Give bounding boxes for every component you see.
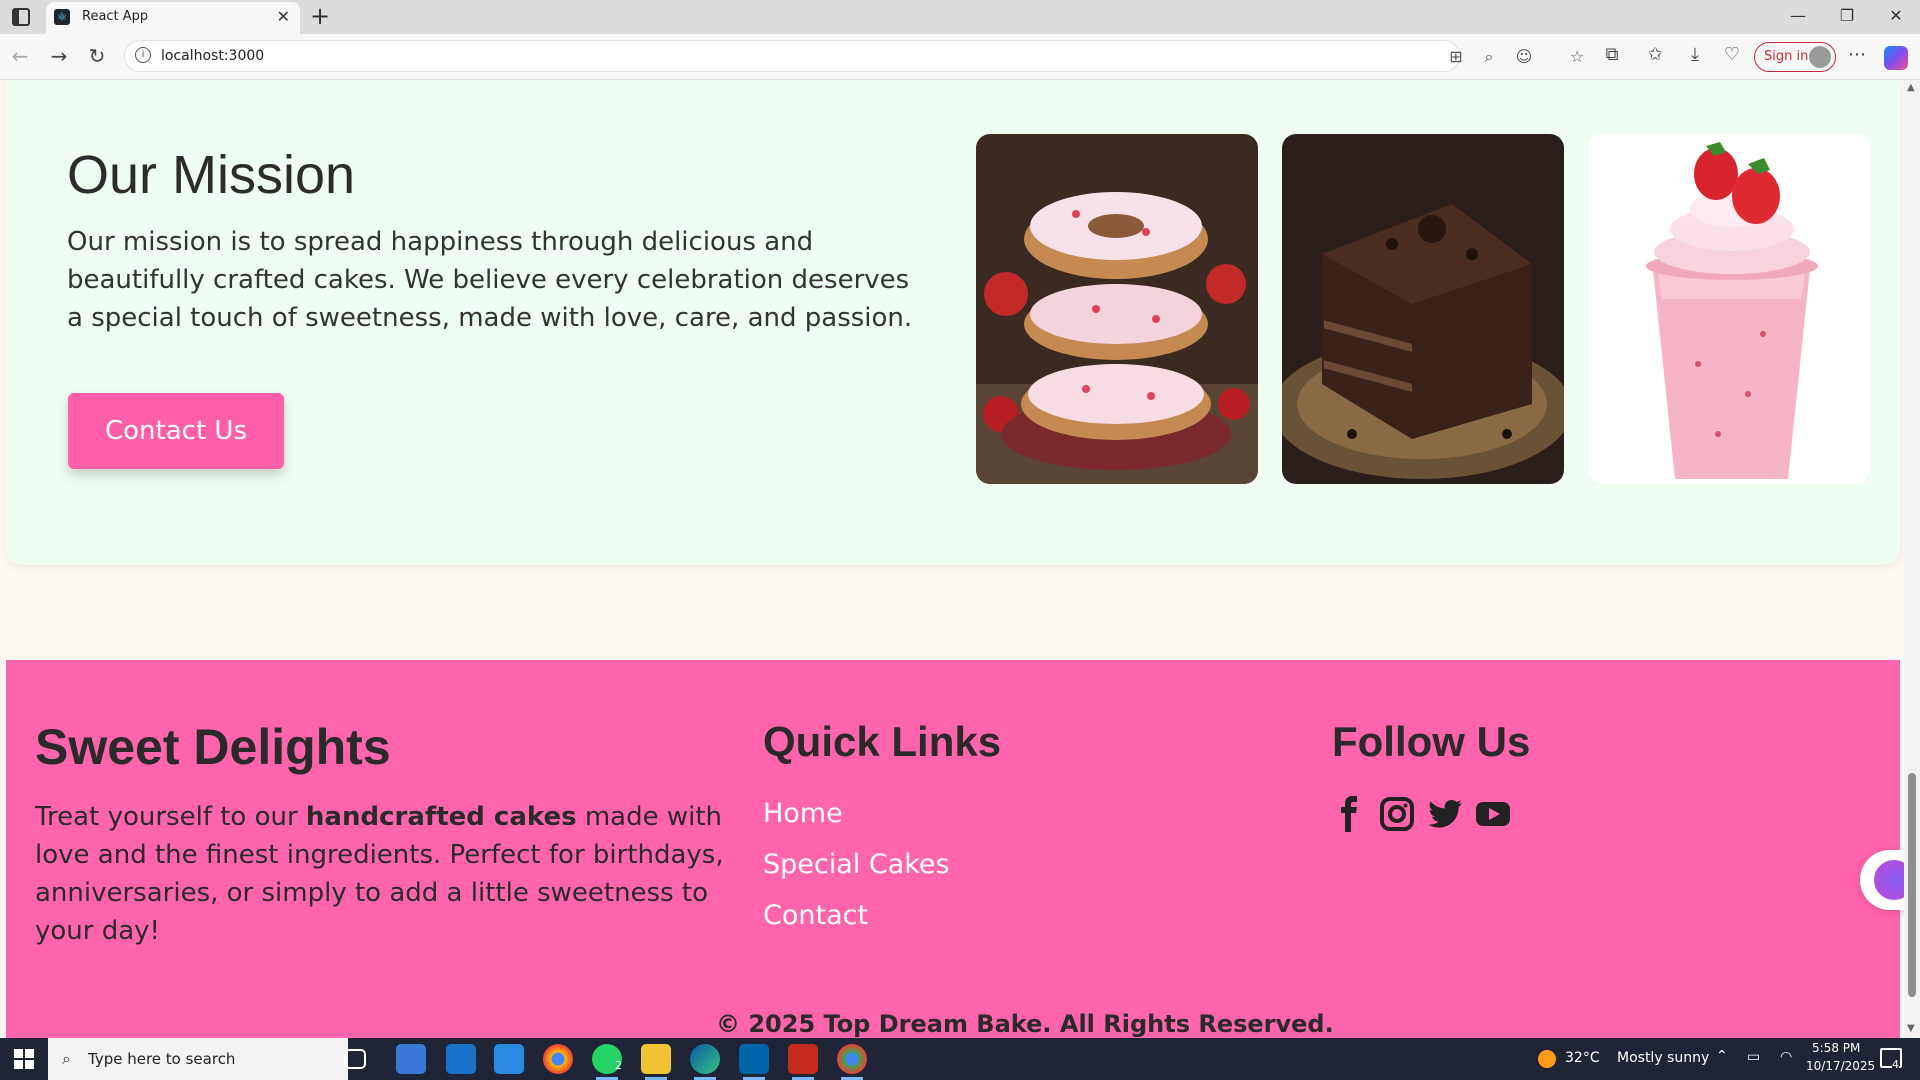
scrollbar-thumb[interactable] [1908,773,1916,997]
brand-text-before: Treat yourself to our [35,802,306,832]
address-url[interactable]: localhost:3000 [161,48,264,64]
minimize-button[interactable]: — [1786,6,1810,25]
taskbar-search-box[interactable]: ⌕ Type here to search [48,1038,348,1080]
battery-icon[interactable]: ▭ [1747,1049,1760,1065]
quick-links-title: Quick Links [763,718,1002,765]
sign-in-button[interactable]: Sign in [1754,42,1836,72]
copilot-icon[interactable] [1884,46,1908,70]
refresh-button[interactable]: ↻ [85,44,109,68]
back-button[interactable]: ← [8,44,32,68]
profile-avatar-icon [1809,46,1831,68]
site-info-icon[interactable]: i [135,47,151,63]
address-bar[interactable]: i localhost:3000 ⊞ ⌕ ☺ ☆ [124,40,1584,72]
tab-title: React App [82,9,149,24]
page-scrollbar[interactable]: ▲ ▼ [1904,80,1920,1038]
tray-overflow-icon[interactable]: ⌃ [1716,1048,1728,1064]
footer-brand-title: Sweet Delights [35,719,391,775]
site-footer: Sweet Delights Treat yourself to our han… [6,660,1900,1038]
weather-sunny-icon[interactable] [1538,1050,1556,1068]
chocolate-cake-image [1282,134,1564,484]
instagram-icon[interactable] [1379,796,1415,832]
footer-link-contact[interactable]: Contact [763,900,868,931]
wifi-icon[interactable]: ◠ [1780,1049,1792,1065]
page-viewport: Our Mission Our mission is to spread hap… [0,80,1904,1038]
favorites-icon[interactable]: ✩ [1643,44,1667,65]
notification-count: 4 [1892,1058,1899,1071]
browser-tab[interactable]: ⚛ React App ✕ [46,2,300,34]
weather-temp[interactable]: 32°C [1565,1050,1600,1066]
chrome-profile-icon[interactable] [837,1044,867,1080]
task-view-icon[interactable] [344,1049,366,1069]
reading-view-icon[interactable]: ☺ [1513,47,1535,66]
restore-button[interactable]: ❐ [1835,6,1859,25]
chrome-icon[interactable] [543,1044,573,1074]
brand-text-bold: handcrafted cakes [305,802,577,832]
clock-time[interactable]: 5:58 PM [1812,1041,1860,1055]
footer-link-special-cakes[interactable]: Special Cakes [763,849,950,880]
footer-link-home[interactable]: Home [763,798,843,829]
remote-app-icon[interactable] [494,1044,524,1074]
youtube-icon[interactable] [1475,796,1511,832]
favorite-star-icon[interactable]: ☆ [1566,47,1588,66]
windows-taskbar: ⌕ Type here to search 2 32°C Mostly sunn… [0,1038,1920,1080]
vscode-icon[interactable] [739,1044,769,1080]
scroll-up-arrow-icon[interactable]: ▲ [1907,82,1915,93]
presentation-app-icon[interactable] [788,1044,818,1080]
browser-tab-bar: ⚛ React App ✕ + — ❐ ✕ [0,0,1920,34]
microsoft-store-icon[interactable] [396,1044,426,1074]
follow-us-title: Follow Us [1332,718,1531,765]
outlook-icon[interactable] [446,1044,476,1074]
windows-start-icon[interactable] [14,1049,34,1069]
forward-button[interactable]: → [47,44,71,68]
taskbar-search-placeholder: Type here to search [88,1050,236,1068]
zoom-icon[interactable]: ⌕ [1478,47,1500,67]
edge-icon[interactable] [690,1044,720,1080]
strawberry-milkshake-image [1588,134,1870,484]
mission-text: Our mission is to spread happiness throu… [67,227,913,333]
browser-toolbar: ← → ↻ i localhost:3000 ⊞ ⌕ ☺ ☆ ⧉ ✩ ⤓ ♡ S… [0,34,1920,80]
tab-actions-icon[interactable] [12,8,30,26]
facebook-icon[interactable] [1331,796,1367,832]
extensions-icon[interactable]: ⧉ [1600,44,1624,65]
downloads-icon[interactable]: ⤓ [1683,44,1707,65]
weather-desc[interactable]: Mostly sunny [1617,1050,1709,1066]
close-tab-icon[interactable]: ✕ [277,7,290,26]
twitter-icon[interactable] [1427,796,1463,832]
app-available-icon[interactable]: ⊞ [1445,47,1467,66]
scroll-down-arrow-icon[interactable]: ▼ [1907,1023,1915,1034]
more-options-icon[interactable]: ⋯ [1845,44,1869,65]
react-favicon-icon: ⚛ [54,9,70,25]
new-tab-button[interactable]: + [310,2,330,30]
contact-us-button[interactable]: Contact Us [68,393,284,469]
mission-title: Our Mission [67,145,356,205]
strawberry-donuts-image [976,134,1258,484]
search-icon: ⌕ [62,1049,71,1068]
whatsapp-badge: 2 [615,1059,622,1072]
copyright-text: © 2025 Top Dream Bake. All Rights Reserv… [716,1010,1334,1038]
browser-essentials-icon[interactable]: ♡ [1720,44,1744,65]
mission-section: Our Mission Our mission is to spread hap… [6,80,1900,565]
close-window-button[interactable]: ✕ [1884,6,1908,25]
file-explorer-icon[interactable] [641,1044,671,1080]
clock-date[interactable]: 10/17/2025 [1806,1059,1875,1073]
footer-brand-text: Treat yourself to our handcrafted cakes … [35,798,735,950]
sign-in-label: Sign in [1764,49,1809,64]
